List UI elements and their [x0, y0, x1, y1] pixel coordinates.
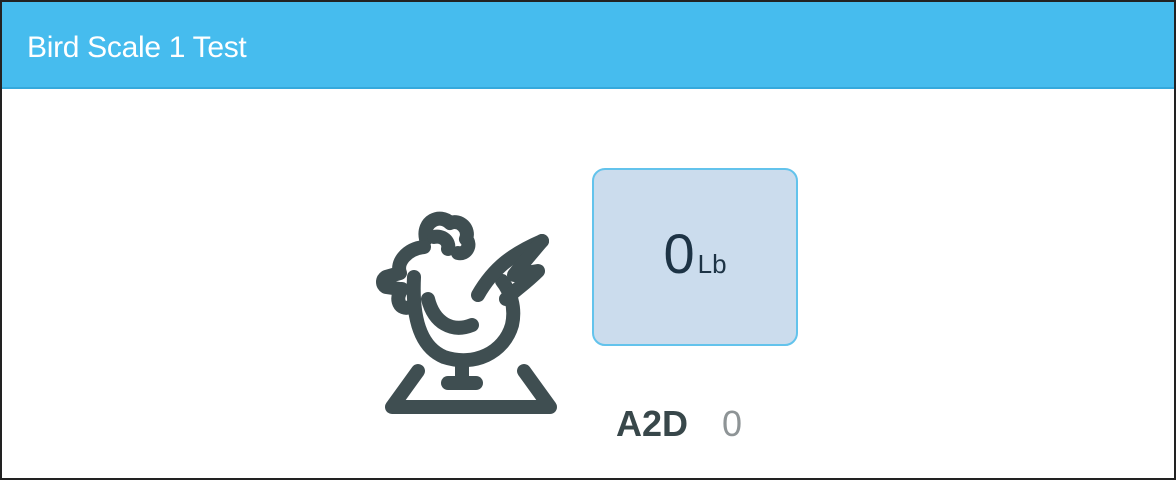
a2d-label: A2D: [616, 403, 689, 444]
weight-unit: Lb: [697, 249, 727, 279]
page-title: Bird Scale 1 Test: [27, 31, 247, 64]
bird-scale-test-panel: Bird Scale 1 Test 0 Lb A2D 0: [0, 0, 1176, 480]
a2d-value: 0: [722, 403, 743, 444]
title-bar: Bird Scale 1 Test: [2, 2, 1174, 89]
weight-display: 0 Lb: [592, 168, 798, 346]
bird-on-scale-icon: [376, 211, 557, 414]
weight-value: 0: [663, 222, 695, 285]
a2d-readout: A2D 0: [616, 402, 742, 446]
